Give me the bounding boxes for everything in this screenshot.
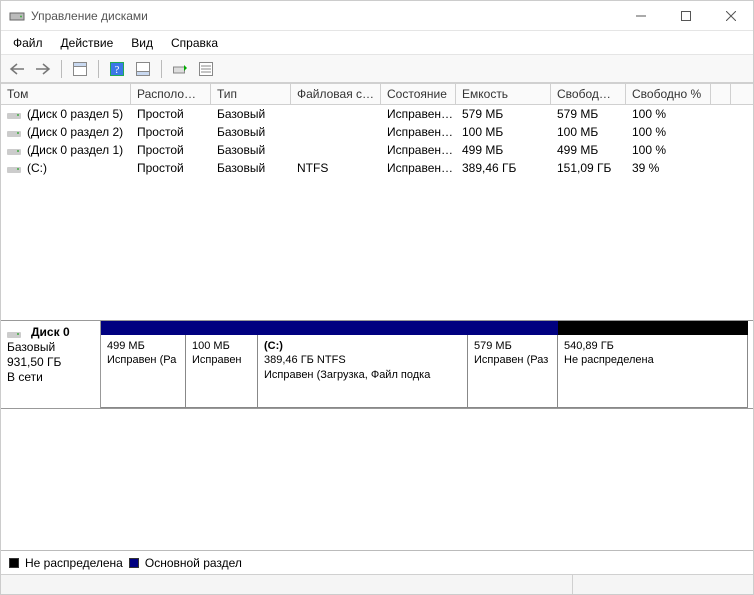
volume-list: Том Располо… Тип Файловая с… Состояние Е… [1,83,753,320]
view-bottom-button[interactable] [131,58,155,80]
volume-layout: Простой [131,141,211,159]
disk-info[interactable]: Диск 0 Базовый 931,50 ГБ В сети [1,321,101,408]
menu-view[interactable]: Вид [123,33,161,53]
maximize-button[interactable] [663,1,708,31]
status-bar [1,574,753,594]
volume-row[interactable]: (Диск 0 раздел 5) ПростойБазовый Исправен…… [1,105,753,123]
menu-action[interactable]: Действие [53,33,122,53]
volume-icon [7,109,21,119]
volume-free: 100 МБ [551,123,626,141]
volume-status: Исправен… [381,105,456,123]
volume-freepct: 100 % [626,141,711,159]
col-volume[interactable]: Том [1,84,131,104]
volume-capacity: 579 МБ [456,105,551,123]
window-title: Управление дисками [31,9,148,23]
volume-status: Исправен… [381,141,456,159]
menu-bar: Файл Действие Вид Справка [1,31,753,55]
partition-color-primary [468,321,558,335]
partition-color-primary [258,321,468,335]
legend-bar: Не распределена Основной раздел [1,550,753,574]
col-layout[interactable]: Располо… [131,84,211,104]
view-top-button[interactable] [68,58,92,80]
col-freepct[interactable]: Свободно % [626,84,711,104]
volume-fs [291,105,381,123]
disk-state: В сети [7,370,94,385]
legend-unalloc-swatch [9,558,19,568]
volume-list-header: Том Располо… Тип Файловая с… Состояние Е… [1,83,753,105]
legend-primary-swatch [129,558,139,568]
col-fs[interactable]: Файловая с… [291,84,381,104]
volume-free: 151,09 ГБ [551,159,626,177]
volume-type: Базовый [211,123,291,141]
partition-block[interactable]: (C:)389,46 ГБ NTFSИсправен (Загрузка, Фа… [258,335,468,408]
volume-type: Базовый [211,105,291,123]
partition-block[interactable]: 100 МБИсправен [186,335,258,408]
volume-layout: Простой [131,159,211,177]
disk-layout-pane: Диск 0 Базовый 931,50 ГБ В сети 499 МБИс… [1,320,753,408]
volume-icon [7,163,21,173]
volume-freepct: 100 % [626,123,711,141]
volume-row[interactable]: (C:) ПростойБазовыйNTFSИсправен…389,46 ГБ… [1,159,753,177]
bottom-empty-pane [1,408,753,550]
volume-row[interactable]: (Диск 0 раздел 1) ПростойБазовый Исправен…… [1,141,753,159]
volume-capacity: 389,46 ГБ [456,159,551,177]
disk-icon [7,328,21,338]
volume-icon [7,145,21,155]
refresh-button[interactable] [168,58,192,80]
app-icon [9,8,25,24]
volume-status: Исправен… [381,123,456,141]
volume-freepct: 39 % [626,159,711,177]
menu-help[interactable]: Справка [163,33,226,53]
col-overflow[interactable] [711,84,731,104]
list-button[interactable] [194,58,218,80]
volume-fs: NTFS [291,159,381,177]
disk-type: Базовый [7,340,94,355]
volume-layout: Простой [131,123,211,141]
minimize-button[interactable] [618,1,663,31]
volume-name: (Диск 0 раздел 2) [27,125,123,139]
volume-status: Исправен… [381,159,456,177]
volume-capacity: 100 МБ [456,123,551,141]
volume-type: Базовый [211,141,291,159]
volume-freepct: 100 % [626,105,711,123]
partition-block[interactable]: 579 МБИсправен (Раз [468,335,558,408]
partition-color-unalloc [558,321,748,335]
partition-block[interactable]: 540,89 ГБНе распределена [558,335,748,408]
col-free[interactable]: Свобод… [551,84,626,104]
col-type[interactable]: Тип [211,84,291,104]
col-status[interactable]: Состояние [381,84,456,104]
volume-fs [291,123,381,141]
window-titlebar: Управление дисками [1,1,753,31]
volume-free: 499 МБ [551,141,626,159]
close-button[interactable] [708,1,753,31]
partition-color-primary [101,321,186,335]
legend-primary-label: Основной раздел [145,556,242,570]
volume-layout: Простой [131,105,211,123]
volume-name: (Диск 0 раздел 1) [27,143,123,157]
volume-icon [7,127,21,137]
disk-name: Диск 0 [31,325,70,340]
forward-button[interactable] [31,58,55,80]
volume-name: (Диск 0 раздел 5) [27,107,123,121]
toolbar: ? [1,55,753,83]
col-capacity[interactable]: Емкость [456,84,551,104]
volume-type: Базовый [211,159,291,177]
volume-fs [291,141,381,159]
back-button[interactable] [5,58,29,80]
menu-file[interactable]: Файл [5,33,51,53]
volume-name: (C:) [27,161,47,175]
partition-color-primary [186,321,258,335]
disk-size: 931,50 ГБ [7,355,94,370]
help-button[interactable]: ? [105,58,129,80]
legend-unalloc-label: Не распределена [25,556,123,570]
volume-row[interactable]: (Диск 0 раздел 2) ПростойБазовый Исправен…… [1,123,753,141]
volume-capacity: 499 МБ [456,141,551,159]
partition-block[interactable]: 499 МБИсправен (Ра [101,335,186,408]
svg-text:?: ? [115,64,120,76]
volume-free: 579 МБ [551,105,626,123]
